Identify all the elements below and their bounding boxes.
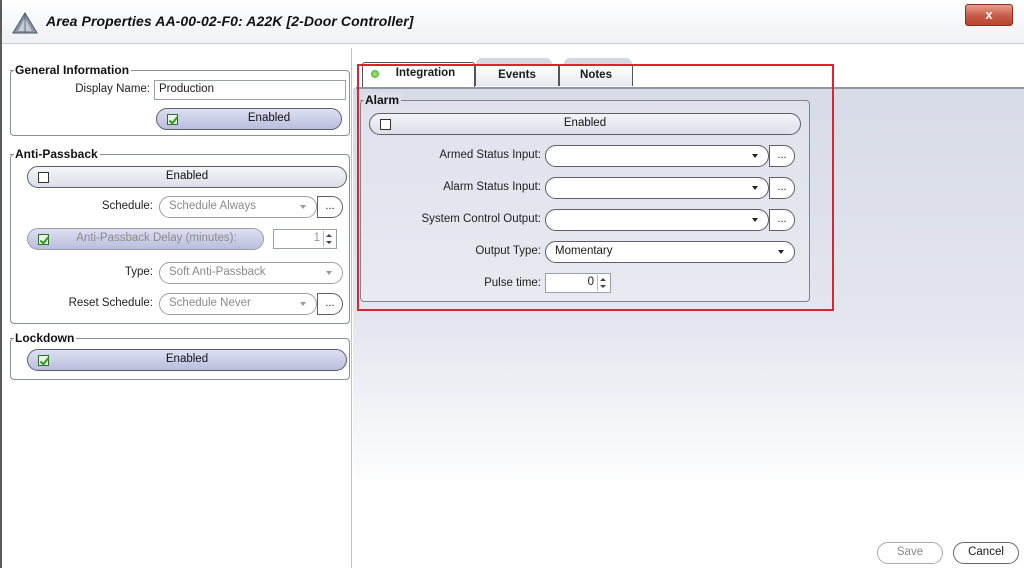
anti-passback-delay-value: 1	[313, 232, 320, 244]
spin-up-icon[interactable]	[600, 278, 606, 281]
lockdown-group: Lockdown Enabled	[9, 331, 350, 380]
armed-status-select[interactable]	[545, 145, 769, 167]
spinner-buttons[interactable]	[597, 275, 609, 291]
pulse-time-spinner[interactable]: 0	[545, 273, 611, 293]
chevron-down-icon	[752, 218, 758, 222]
spin-down-icon[interactable]	[326, 241, 332, 244]
type-label: Type:	[124, 266, 153, 278]
tab-integration-label: Integration	[395, 67, 456, 79]
output-type-select[interactable]: Momentary	[545, 241, 795, 263]
type-select[interactable]: Soft Anti-Passback	[159, 262, 343, 284]
spin-down-icon[interactable]	[600, 285, 606, 288]
output-type-label: Output Type:	[475, 245, 541, 257]
chevron-down-icon	[752, 154, 758, 158]
alarm-status-browse-button[interactable]: ...	[769, 177, 795, 199]
chevron-down-icon	[778, 250, 784, 254]
anti-passback-legend: Anti-Passback	[10, 147, 100, 161]
display-name-label: Display Name:	[75, 83, 150, 95]
tab-events[interactable]: Events	[475, 64, 559, 86]
alarm-legend: Alarm	[359, 93, 402, 107]
alarm-enabled-label: Enabled	[563, 117, 607, 129]
status-dot-icon	[371, 70, 379, 78]
general-enabled-toggle[interactable]: Enabled	[156, 108, 342, 130]
anti-passback-delay-checkbox[interactable]	[38, 234, 49, 245]
right-panel: Integration Events Notes Alarm Enabled A…	[353, 48, 1024, 568]
schedule-value: Schedule Always	[169, 200, 256, 212]
display-name-field[interactable]: Production	[154, 80, 346, 100]
schedule-browse-button[interactable]: ...	[317, 196, 343, 218]
anti-passback-enabled-toggle[interactable]: Enabled	[27, 166, 347, 188]
tab-integration[interactable]: Integration	[362, 62, 475, 88]
output-type-value: Momentary	[555, 245, 613, 257]
lockdown-enabled-toggle[interactable]: Enabled	[27, 349, 347, 371]
anti-passback-delay-spinner[interactable]: 1	[273, 229, 337, 249]
general-information-group: General Information Display Name: Produc…	[9, 63, 350, 136]
area-properties-window: Area Properties AA-00-02-F0: A22K [2-Doo…	[0, 0, 1024, 568]
reset-schedule-browse-button[interactable]: ...	[317, 293, 343, 315]
spin-up-icon[interactable]	[326, 234, 332, 237]
close-button[interactable]: x	[965, 4, 1013, 26]
type-value: Soft Anti-Passback	[169, 266, 266, 278]
lockdown-legend: Lockdown	[9, 331, 77, 345]
reset-schedule-label: Reset Schedule:	[68, 297, 153, 309]
alarm-status-select[interactable]	[545, 177, 769, 199]
system-control-output-select[interactable]	[545, 209, 769, 231]
save-button[interactable]: Save	[877, 542, 943, 564]
window-title: Area Properties AA-00-02-F0: A22K [2-Doo…	[46, 13, 414, 29]
schedule-select[interactable]: Schedule Always	[159, 196, 317, 218]
tab-divider	[356, 87, 1024, 89]
title-bar: Area Properties AA-00-02-F0: A22K [2-Doo…	[2, 0, 1024, 44]
alarm-enabled-toggle[interactable]: Enabled	[369, 113, 801, 135]
chevron-down-icon	[300, 302, 306, 306]
chevron-down-icon	[300, 205, 306, 209]
armed-status-label: Armed Status Input:	[439, 149, 541, 161]
armed-status-browse-button[interactable]: ...	[769, 145, 795, 167]
system-control-output-browse-button[interactable]: ...	[769, 209, 795, 231]
alarm-group: Alarm Enabled Armed Status Input: ... Al…	[359, 93, 810, 302]
chevron-down-icon	[752, 186, 758, 190]
system-control-output-label: System Control Output:	[421, 213, 541, 225]
schedule-label: Schedule:	[101, 200, 153, 212]
reset-schedule-value: Schedule Never	[169, 297, 251, 309]
anti-passback-delay-label: Anti-Passback Delay (minutes):	[76, 232, 237, 244]
tab-strip: Integration Events Notes	[356, 58, 1024, 88]
chevron-down-icon	[326, 271, 332, 275]
general-information-legend: General Information	[9, 63, 132, 77]
general-enabled-checkbox[interactable]	[167, 114, 178, 125]
anti-passback-enabled-label: Enabled	[165, 170, 209, 182]
reset-schedule-select[interactable]: Schedule Never	[159, 293, 317, 315]
anti-passback-delay-toggle[interactable]: Anti-Passback Delay (minutes):	[27, 228, 264, 250]
pulse-time-value: 0	[587, 276, 594, 288]
left-panel: General Information Display Name: Produc…	[2, 48, 352, 568]
spinner-buttons[interactable]	[323, 231, 335, 247]
alarm-status-label: Alarm Status Input:	[443, 181, 541, 193]
anti-passback-group: Anti-Passback Enabled Schedule: Schedule…	[10, 147, 350, 324]
general-enabled-label: Enabled	[247, 112, 291, 124]
pulse-time-label: Pulse time:	[484, 277, 541, 289]
lockdown-enabled-label: Enabled	[165, 353, 209, 365]
tab-notes[interactable]: Notes	[559, 64, 633, 86]
cancel-button[interactable]: Cancel	[953, 542, 1019, 564]
area-triangle-icon	[12, 12, 38, 34]
